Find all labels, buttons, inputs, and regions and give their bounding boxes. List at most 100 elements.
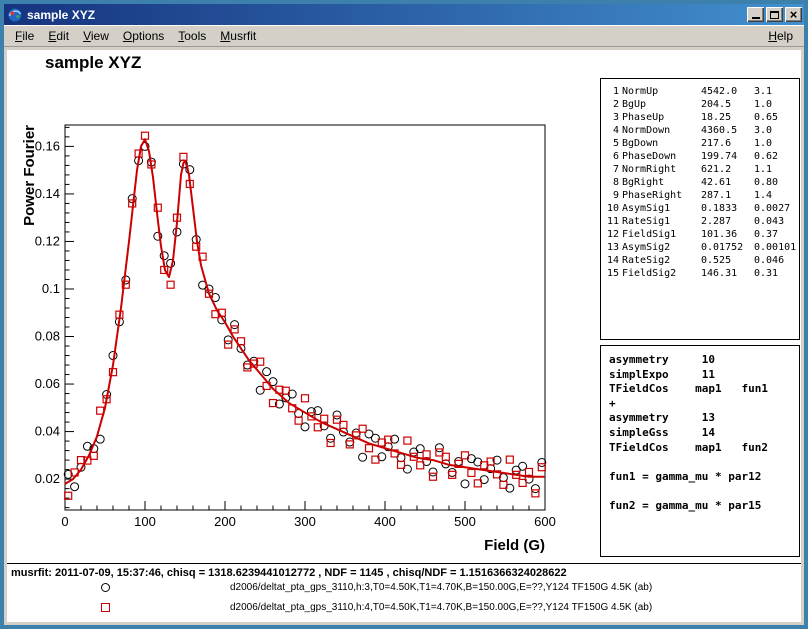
parameter-value: 0.01752: [701, 241, 751, 254]
maximize-icon: [770, 11, 779, 19]
x-axis-title: Field (G): [484, 537, 545, 554]
parameter-num: 15: [605, 267, 619, 280]
plot-frame: [65, 125, 545, 510]
parameter-num: 5: [605, 137, 619, 150]
theory-line: asymmetry 13: [609, 411, 799, 426]
parameter-value: 0.525: [701, 254, 751, 267]
parameter-num: 13: [605, 241, 619, 254]
y-axis: 0.020.040.060.080.10.120.140.16: [35, 127, 74, 507]
x-tick-label: 400: [374, 514, 396, 529]
x-tick-label: 100: [134, 514, 156, 529]
parameter-value: 204.5: [701, 98, 751, 111]
parameter-num: 8: [605, 176, 619, 189]
parameter-error: 0.00101: [754, 241, 797, 254]
parameter-row: 4NormDown4360.53.0: [605, 124, 797, 137]
y-axis-title: Power Fourier: [21, 125, 38, 226]
menu-file[interactable]: File: [8, 27, 41, 45]
parameter-name: RateSig1: [622, 215, 698, 228]
y-tick-label: 0.1: [42, 281, 60, 296]
menu-help[interactable]: Help: [761, 27, 800, 45]
square-marker-icon: [101, 603, 110, 612]
x-tick-label: 200: [214, 514, 236, 529]
parameter-name: AsymSig1: [622, 202, 698, 215]
menubar: FileEditViewOptionsToolsMusrfit Help: [4, 25, 804, 47]
close-button[interactable]: ×: [785, 7, 802, 22]
parameter-value: 287.1: [701, 189, 751, 202]
parameter-row: 8BgRight42.610.80: [605, 176, 797, 189]
parameter-error: 0.80: [754, 176, 797, 189]
x-tick-label: 500: [454, 514, 476, 529]
parameter-error: 3.0: [754, 124, 797, 137]
parameter-value: 217.6: [701, 137, 751, 150]
parameter-num: 2: [605, 98, 619, 111]
parameter-error: 1.0: [754, 98, 797, 111]
legend-label: d2006/deltat_pta_gps_3110,h:3,T0=4.50K,T…: [230, 582, 652, 593]
parameter-num: 1: [605, 85, 619, 98]
maximize-button[interactable]: [766, 7, 783, 22]
canvas-holder: sample XYZ 01002003004005006000.020.040.…: [4, 47, 804, 625]
parameter-box: 1NormUp4542.03.12BgUp204.51.03PhaseUp18.…: [600, 78, 800, 340]
parameter-value: 2.287: [701, 215, 751, 228]
theory-line: simpleGss 14: [609, 426, 799, 441]
parameter-name: PhaseUp: [622, 111, 698, 124]
parameter-name: NormDown: [622, 124, 698, 137]
menubar-right: Help: [761, 27, 800, 45]
canvas[interactable]: sample XYZ 01002003004005006000.020.040.…: [7, 50, 801, 622]
parameter-name: FieldSig2: [622, 267, 698, 280]
parameter-row: 9PhaseRight287.11.4: [605, 189, 797, 202]
fit-line: [65, 139, 545, 484]
menu-tools[interactable]: Tools: [171, 27, 213, 45]
parameter-value: 18.25: [701, 111, 751, 124]
y-tick-label: 0.16: [35, 138, 60, 153]
legend-entry: d2006/deltat_pta_gps_3110,h:4,T0=4.50K,T…: [7, 599, 801, 617]
parameter-num: 9: [605, 189, 619, 202]
parameter-name: NormUp: [622, 85, 698, 98]
parameter-error: 0.37: [754, 228, 797, 241]
menu-edit[interactable]: Edit: [41, 27, 76, 45]
window-title: sample XYZ: [27, 8, 745, 22]
parameter-num: 11: [605, 215, 619, 228]
theory-line: asymmetry 10: [609, 353, 799, 368]
parameter-error: 1.0: [754, 137, 797, 150]
parameter-num: 12: [605, 228, 619, 241]
y-tick-label: 0.12: [35, 233, 60, 248]
parameter-value: 4360.5: [701, 124, 751, 137]
parameter-num: 6: [605, 150, 619, 163]
parameter-num: 3: [605, 111, 619, 124]
parameter-value: 42.61: [701, 176, 751, 189]
titlebar[interactable]: sample XYZ ×: [4, 4, 804, 25]
parameter-row: 2BgUp204.51.0: [605, 98, 797, 111]
parameter-row: 3PhaseUp18.250.65: [605, 111, 797, 124]
parameter-name: BgUp: [622, 98, 698, 111]
parameter-value: 0.1833: [701, 202, 751, 215]
x-tick-label: 300: [294, 514, 316, 529]
y-tick-label: 0.04: [35, 424, 60, 439]
parameter-row: 10AsymSig10.18330.0027: [605, 202, 797, 215]
parameter-error: 0.043: [754, 215, 797, 228]
parameter-error: 3.1: [754, 85, 797, 98]
x-axis: 0100200300400500600: [61, 501, 555, 529]
app-window: sample XYZ × FileEditViewOptionsToolsMus…: [0, 0, 808, 629]
parameter-name: BgRight: [622, 176, 698, 189]
y-tick-label: 0.08: [35, 329, 60, 344]
parameter-value: 101.36: [701, 228, 751, 241]
theory-line: [609, 484, 799, 499]
theory-line: fun1 = gamma_mu * par12: [609, 470, 799, 485]
menu-options[interactable]: Options: [116, 27, 171, 45]
legend-label: d2006/deltat_pta_gps_3110,h:4,T0=4.50K,T…: [230, 602, 652, 613]
theory-box: asymmetry 10simplExpo 11TFieldCos map1 f…: [600, 345, 800, 557]
parameter-name: RateSig2: [622, 254, 698, 267]
menu-musrfit[interactable]: Musrfit: [213, 27, 263, 45]
parameter-error: 0.0027: [754, 202, 797, 215]
parameter-name: NormRight: [622, 163, 698, 176]
minimize-button[interactable]: [747, 7, 764, 22]
menu-view[interactable]: View: [76, 27, 116, 45]
y-tick-label: 0.14: [35, 186, 60, 201]
parameter-row: 15FieldSig2146.310.31: [605, 267, 797, 280]
x-tick-label: 0: [61, 514, 68, 529]
parameter-error: 1.4: [754, 189, 797, 202]
parameter-error: 0.31: [754, 267, 797, 280]
parameter-error: 0.62: [754, 150, 797, 163]
stats-separator-line: [7, 563, 801, 564]
parameter-value: 146.31: [701, 267, 751, 280]
